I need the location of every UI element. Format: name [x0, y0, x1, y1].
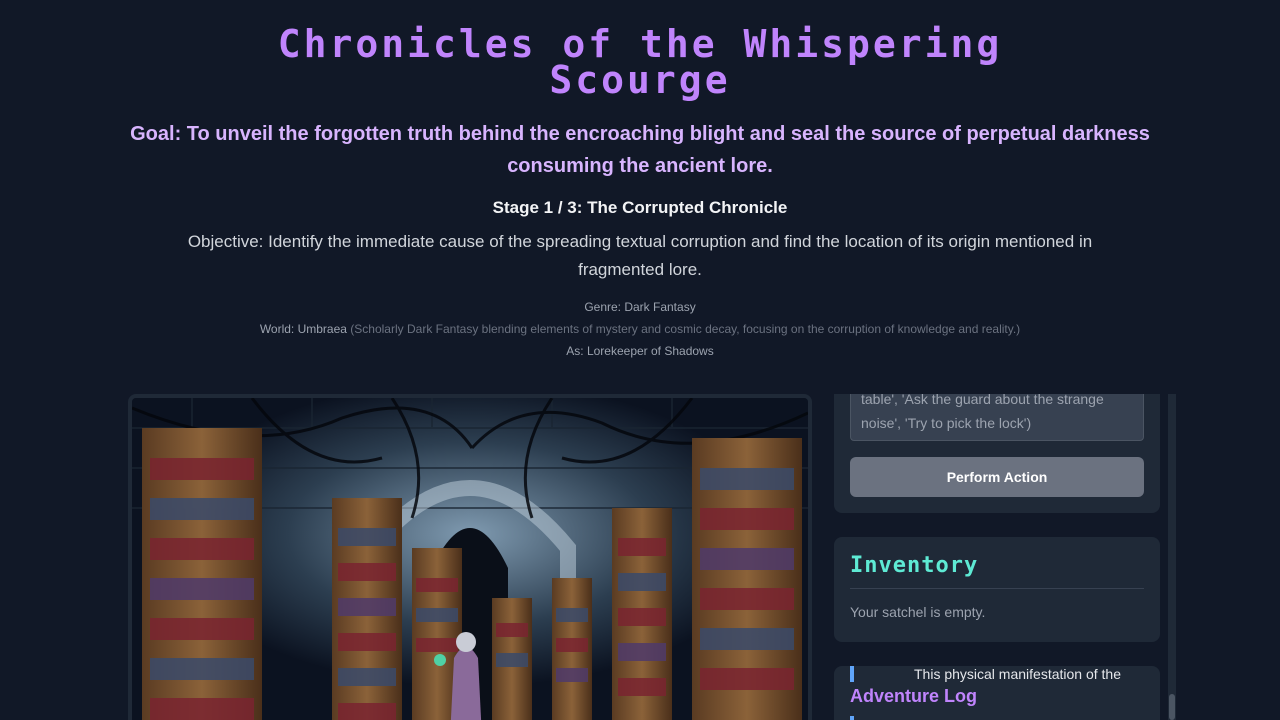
world-info: World: Umbraea (Scholarly Dark Fantasy b…: [0, 322, 1280, 336]
player-role: As: Lorekeeper of Shadows: [566, 344, 714, 358]
perform-action-button[interactable]: Perform Action: [850, 457, 1144, 497]
game-goal: Goal: To unveil the forgotten truth behi…: [130, 123, 1150, 177]
log-entry-accent: [850, 716, 854, 720]
game-title: Chronicles of the Whispering Scourge: [277, 22, 1003, 102]
world-label: World: Umbraea: [259, 322, 347, 336]
action-input-placeholder-line2: noise', 'Try to pick the lock'): [861, 415, 1032, 431]
scene-image: [128, 394, 812, 720]
action-panel: table', 'Ask the guard about the strange…: [834, 394, 1160, 513]
scrollbar-thumb[interactable]: [1169, 694, 1175, 720]
sidebar-scrollbar[interactable]: [1168, 394, 1176, 720]
log-entry-accent: [850, 666, 854, 682]
inventory-empty-text: Your satchel is empty.: [850, 604, 986, 620]
action-input-placeholder-line1: table', 'Ask the guard about the strange: [861, 394, 1104, 407]
adventure-log-panel: This physical manifestation of the Adven…: [834, 666, 1160, 720]
log-entry-text: This physical manifestation of the: [914, 666, 1121, 682]
sidebar: table', 'Ask the guard about the strange…: [834, 394, 1160, 720]
inventory-divider: [850, 588, 1144, 589]
stage-objective: Objective: Identify the immediate cause …: [187, 232, 1093, 279]
action-input[interactable]: table', 'Ask the guard about the strange…: [850, 394, 1144, 441]
genre-label: Genre: Dark Fantasy: [584, 300, 696, 314]
adventure-log-title: Adventure Log: [850, 686, 978, 706]
world-description: (Scholarly Dark Fantasy blending element…: [350, 322, 1021, 336]
inventory-panel: Inventory Your satchel is empty.: [834, 537, 1160, 642]
stage-label: Stage 1 / 3: The Corrupted Chronicle: [492, 198, 788, 217]
inventory-title: Inventory: [850, 553, 979, 578]
